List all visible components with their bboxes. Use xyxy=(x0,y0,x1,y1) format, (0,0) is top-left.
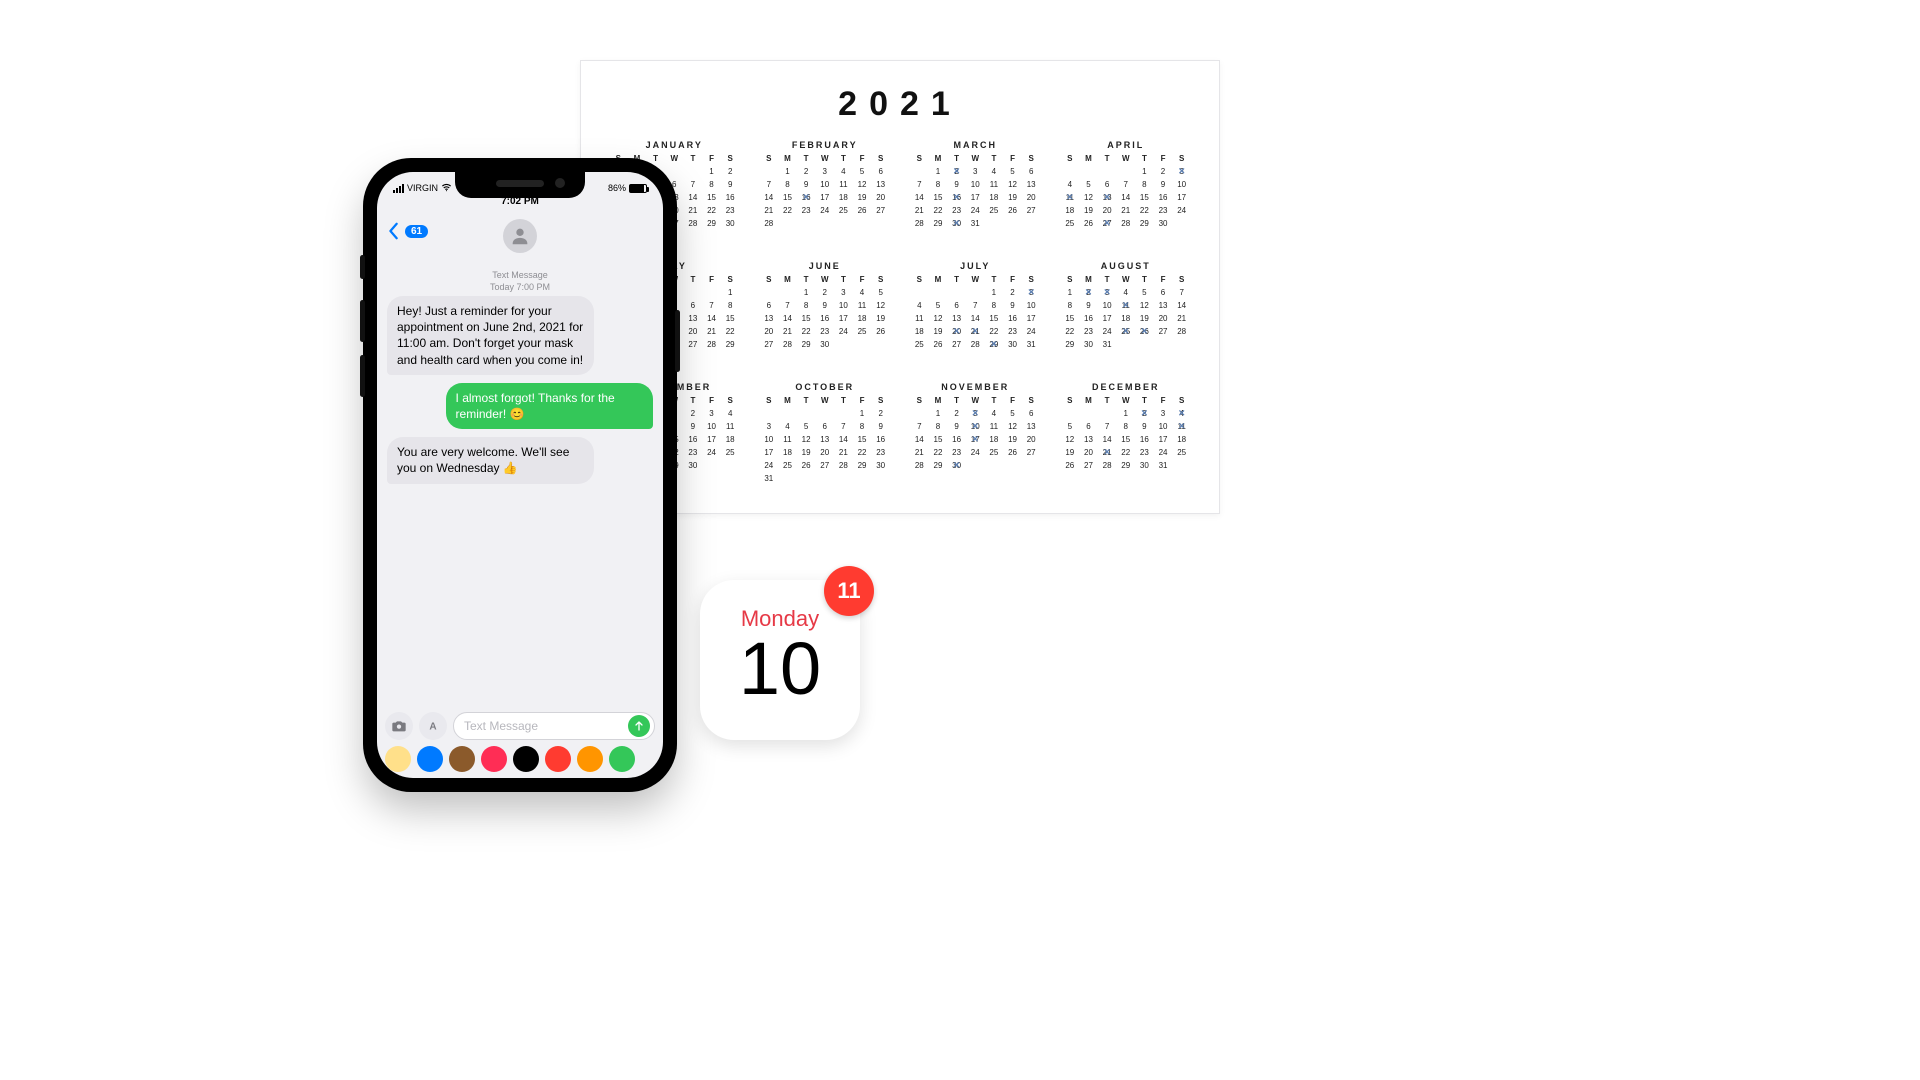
message-list[interactable]: Hey! Just a reminder for your appointmen… xyxy=(377,296,663,708)
thread-meta: Text Message Today 7:00 PM xyxy=(377,270,663,293)
phone-frame: VIRGIN 86% 7:02 PM 61 Text Message Today xyxy=(365,160,675,790)
dock-app-3[interactable] xyxy=(481,746,507,772)
month-august: AUGUSTSMTWTFS123456789101112131415161718… xyxy=(1061,261,1192,364)
appstore-icon[interactable]: A xyxy=(419,712,447,740)
dock-app-2[interactable] xyxy=(449,746,475,772)
year-calendar: 2021 JANUARYSMTWTFS123456789101112131415… xyxy=(580,60,1220,514)
contact-avatar[interactable] xyxy=(503,219,537,253)
message-incoming[interactable]: Hey! Just a reminder for your appointmen… xyxy=(387,296,594,375)
month-december: DECEMBERSMTWTFS1234567891011121314151617… xyxy=(1061,382,1192,485)
unread-badge: 61 xyxy=(405,225,428,238)
month-november: NOVEMBERSMTWTFS1234567891011121314151617… xyxy=(910,382,1041,485)
calendar-app-icon[interactable]: 11 Monday 10 xyxy=(700,580,860,740)
volume-up[interactable] xyxy=(360,300,365,342)
month-name: NOVEMBER xyxy=(910,382,1041,392)
wifi-icon xyxy=(441,182,452,195)
message-outgoing[interactable]: I almost forgot! Thanks for the reminder… xyxy=(446,383,653,429)
dock-app-6[interactable] xyxy=(577,746,603,772)
dock-app-1[interactable] xyxy=(417,746,443,772)
volume-down[interactable] xyxy=(360,355,365,397)
send-button[interactable] xyxy=(628,715,650,737)
dock-app-4[interactable] xyxy=(513,746,539,772)
dock-app-0[interactable] xyxy=(385,746,411,772)
dock-app-5[interactable] xyxy=(545,746,571,772)
power-button[interactable] xyxy=(675,310,680,372)
month-february: FEBRUARYSMTWTFS1234567891011121314151617… xyxy=(760,140,891,243)
month-october: OCTOBERSMTWTFS12345678910111213141516171… xyxy=(760,382,891,485)
calendar-day: 10 xyxy=(739,632,821,706)
month-name: OCTOBER xyxy=(760,382,891,392)
battery-icon xyxy=(629,184,647,193)
month-name: FEBRUARY xyxy=(760,140,891,150)
message-input[interactable]: Text Message xyxy=(453,712,655,740)
month-name: JUNE xyxy=(760,261,891,271)
message-incoming[interactable]: You are very welcome. We'll see you on W… xyxy=(387,437,594,483)
camera-icon[interactable] xyxy=(385,712,413,740)
imessage-app-dock[interactable] xyxy=(377,744,663,774)
month-name: APRIL xyxy=(1061,140,1192,150)
back-button[interactable]: 61 xyxy=(387,222,428,240)
carrier-label: VIRGIN xyxy=(407,183,438,193)
notification-badge: 11 xyxy=(824,566,874,616)
signal-icon xyxy=(393,184,404,193)
calendar-year-title: 2021 xyxy=(609,85,1191,124)
message-placeholder: Text Message xyxy=(464,719,538,733)
notch xyxy=(455,172,585,198)
svg-text:A: A xyxy=(429,721,436,732)
month-name: DECEMBER xyxy=(1061,382,1192,392)
messages-header: 61 xyxy=(377,208,663,264)
month-april: APRILSMTWTFS1234567891011121314151617181… xyxy=(1061,140,1192,243)
month-march: MARCHSMTWTFS1234567891011121314151617181… xyxy=(910,140,1041,243)
thread-meta-time: Today 7:00 PM xyxy=(377,282,663,294)
dock-app-7[interactable] xyxy=(609,746,635,772)
month-july: JULYSMTWTFS12345678910111213141516171819… xyxy=(910,261,1041,364)
mute-switch[interactable] xyxy=(360,255,365,279)
month-name: JULY xyxy=(910,261,1041,271)
thread-meta-type: Text Message xyxy=(377,270,663,282)
month-name: JANUARY xyxy=(609,140,740,150)
phone-screen: VIRGIN 86% 7:02 PM 61 Text Message Today xyxy=(377,172,663,778)
battery-pct: 86% xyxy=(608,183,626,193)
month-name: MARCH xyxy=(910,140,1041,150)
month-name: AUGUST xyxy=(1061,261,1192,271)
month-june: JUNESMTWTFS12345678910111213141516171819… xyxy=(760,261,891,364)
compose-bar: A Text Message xyxy=(377,708,663,744)
